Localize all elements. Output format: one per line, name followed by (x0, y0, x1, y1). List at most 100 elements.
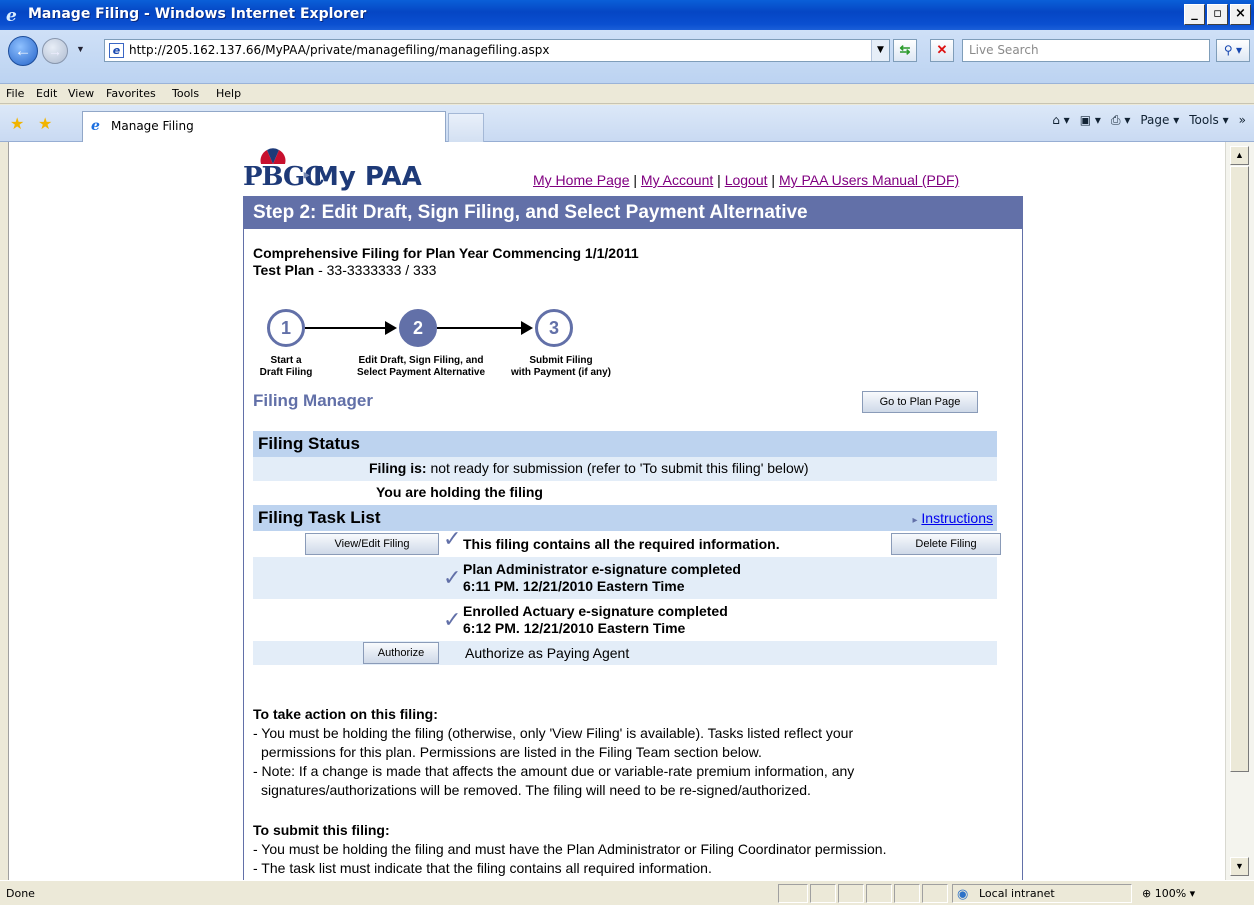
forward-button[interactable]: → (42, 38, 68, 64)
tab-row: ★ ★ e Manage Filing ⌂ ▾ ▣ ▾ ⎙ ▾ Page ▾ T… (0, 105, 1254, 142)
filing-is-value: not ready for submission (refer to 'To s… (426, 460, 809, 476)
page-icon: e (109, 43, 124, 58)
status-cell (778, 884, 808, 903)
filing-task-list-heading: Filing Task List ▸ Instructions (253, 505, 997, 531)
menu-file[interactable]: File (6, 87, 24, 100)
vertical-scrollbar[interactable]: ▲ ▼ (1225, 142, 1254, 880)
page-menu-button[interactable]: Page ▾ (1140, 113, 1179, 128)
step-arrow-line (437, 327, 523, 329)
action-line-3: - Note: If a change is made that affects… (253, 763, 855, 779)
status-cell (838, 884, 864, 903)
search-button[interactable]: ⚲ ▾ (1216, 39, 1250, 62)
security-zone[interactable]: ◉ Local intranet (952, 884, 1132, 903)
logo-separator-icon: ‣ (301, 166, 312, 186)
filing-manager-heading: Filing Manager (253, 391, 373, 410)
action-notes: To take action on this filing: - You mus… (253, 705, 1013, 800)
instructions-link[interactable]: Instructions (921, 510, 993, 526)
task-required-text: This filing contains all the required in… (463, 536, 780, 552)
go-to-plan-page-button[interactable]: Go to Plan Page (862, 391, 978, 413)
favorites-star-icon[interactable]: ★ (10, 114, 24, 134)
stop-button[interactable]: ✕ (930, 39, 954, 62)
ie-page-icon: e (91, 118, 100, 134)
globe-icon: ◉ (957, 887, 969, 902)
browser-window: e Manage Filing - Windows Internet Explo… (0, 0, 1254, 905)
back-button[interactable]: ← (8, 36, 38, 66)
minimize-button[interactable]: _ (1184, 4, 1205, 25)
step-2-label-line2: Select Payment Alternative (356, 367, 486, 378)
close-button[interactable]: × (1230, 4, 1251, 25)
zoom-dropdown-icon: ▾ (1189, 887, 1196, 900)
zoom-level: 100% (1154, 887, 1187, 900)
command-bar: ⌂ ▾ ▣ ▾ ⎙ ▾ Page ▾ Tools ▾ » (1052, 113, 1246, 128)
title-bar: e Manage Filing - Windows Internet Explo… (0, 0, 1254, 30)
home-icon[interactable]: ⌂ ▾ (1052, 113, 1069, 128)
plan-label: Test Plan (253, 262, 315, 278)
menu-help[interactable]: Help (216, 87, 241, 100)
scroll-up-icon[interactable]: ▲ (1230, 146, 1249, 165)
menu-tools[interactable]: Tools (172, 87, 199, 100)
history-dropdown-icon[interactable]: ▼ (76, 44, 85, 54)
main-panel: Comprehensive Filing for Plan Year Comme… (243, 229, 1023, 880)
step-2-circle: 2 (399, 309, 437, 347)
page-viewport: PBGC ‣ My PAA My Home Page | My Account … (8, 142, 1225, 880)
filing-status-heading: Filing Status (253, 431, 997, 457)
view-edit-filing-button[interactable]: View/Edit Filing (305, 533, 439, 555)
refresh-button[interactable]: ⇆ (893, 39, 917, 62)
authorize-button[interactable]: Authorize (363, 642, 439, 664)
submit-line-2: - The task list must indicate that the f… (253, 860, 712, 876)
address-dropdown-icon[interactable]: ▼ (871, 40, 889, 61)
logo-pbgc-text: PBGC (243, 162, 325, 192)
logout-link[interactable]: Logout (725, 172, 768, 188)
scroll-thumb[interactable] (1230, 166, 1249, 772)
ie-logo-icon: e (6, 6, 17, 26)
task-row-authorize: Authorize Authorize as Paying Agent (253, 641, 997, 665)
step-1-label-line2: Draft Filing (259, 367, 313, 378)
zoom-control[interactable]: ⊕ 100% ▾ (1142, 887, 1195, 900)
address-bar[interactable]: e http://205.162.137.66/MyPAA/private/ma… (104, 39, 890, 62)
authorize-text: Authorize as Paying Agent (465, 645, 630, 661)
address-toolbar: ← → ▼ e http://205.162.137.66/MyPAA/priv… (0, 30, 1254, 84)
step-arrow-line (305, 327, 387, 329)
print-icon[interactable]: ⎙ ▾ (1111, 113, 1130, 128)
tools-menu-button[interactable]: Tools ▾ (1189, 113, 1228, 128)
zone-label: Local intranet (979, 887, 1055, 900)
add-favorite-icon[interactable]: ★ (38, 114, 52, 134)
filing-status-table: Filing Status Filing is: not ready for s… (253, 431, 1001, 665)
submit-notes: To submit this filing: - You must be hol… (253, 821, 1013, 878)
ea-signature-line2: 6:12 PM. 12/21/2010 Eastern Time (463, 620, 686, 636)
action-line-2: permissions for this plan. Permissions a… (261, 744, 762, 760)
menu-view[interactable]: View (68, 87, 94, 100)
status-cell (894, 884, 920, 903)
pbgc-logo: PBGC ‣ My PAA (243, 146, 443, 192)
my-account-link[interactable]: My Account (641, 172, 713, 188)
step-1-label-line1: Start a (270, 355, 302, 366)
step-3-circle: 3 (535, 309, 573, 347)
zoom-icon: ⊕ (1142, 887, 1152, 900)
pa-signature-line1: Plan Administrator e-signature completed (463, 561, 741, 577)
logo-mypaa-text: My PAA (313, 162, 422, 192)
menu-edit[interactable]: Edit (36, 87, 57, 100)
submit-line-1: - You must be holding the filing and mus… (253, 841, 887, 857)
step-arrow-icon (521, 321, 533, 335)
ea-signature-line1: Enrolled Actuary e-signature completed (463, 603, 728, 619)
search-input[interactable]: Live Search (962, 39, 1210, 62)
checkmark-icon: ✓ (443, 526, 462, 551)
tab-manage-filing[interactable]: e Manage Filing (82, 111, 446, 142)
scroll-down-icon[interactable]: ▼ (1230, 857, 1249, 876)
step-3-label-line1: Submit Filing (529, 355, 593, 366)
chevron-more-icon[interactable]: » (1239, 113, 1246, 128)
my-home-page-link[interactable]: My Home Page (533, 172, 629, 188)
new-tab-button[interactable] (448, 113, 484, 142)
step-2-label-line1: Edit Draft, Sign Filing, and (358, 355, 484, 366)
top-links: My Home Page | My Account | Logout | My … (533, 172, 960, 188)
users-manual-link[interactable]: My PAA Users Manual (PDF) (779, 172, 959, 188)
window-title: Manage Filing - Windows Internet Explore… (28, 6, 367, 22)
delete-filing-button[interactable]: Delete Filing (891, 533, 1001, 555)
status-bar: Done ◉ Local intranet ⊕ 100% ▾ (0, 880, 1254, 905)
action-line-1: - You must be holding the filing (otherw… (253, 725, 854, 741)
menu-favorites[interactable]: Favorites (106, 87, 156, 100)
maximize-button[interactable]: ▫ (1207, 4, 1228, 25)
feeds-icon[interactable]: ▣ ▾ (1080, 113, 1101, 128)
action-heading: To take action on this filing: (253, 706, 438, 722)
task-row-pa-signature: ✓ Plan Administrator e-signature complet… (253, 557, 997, 599)
